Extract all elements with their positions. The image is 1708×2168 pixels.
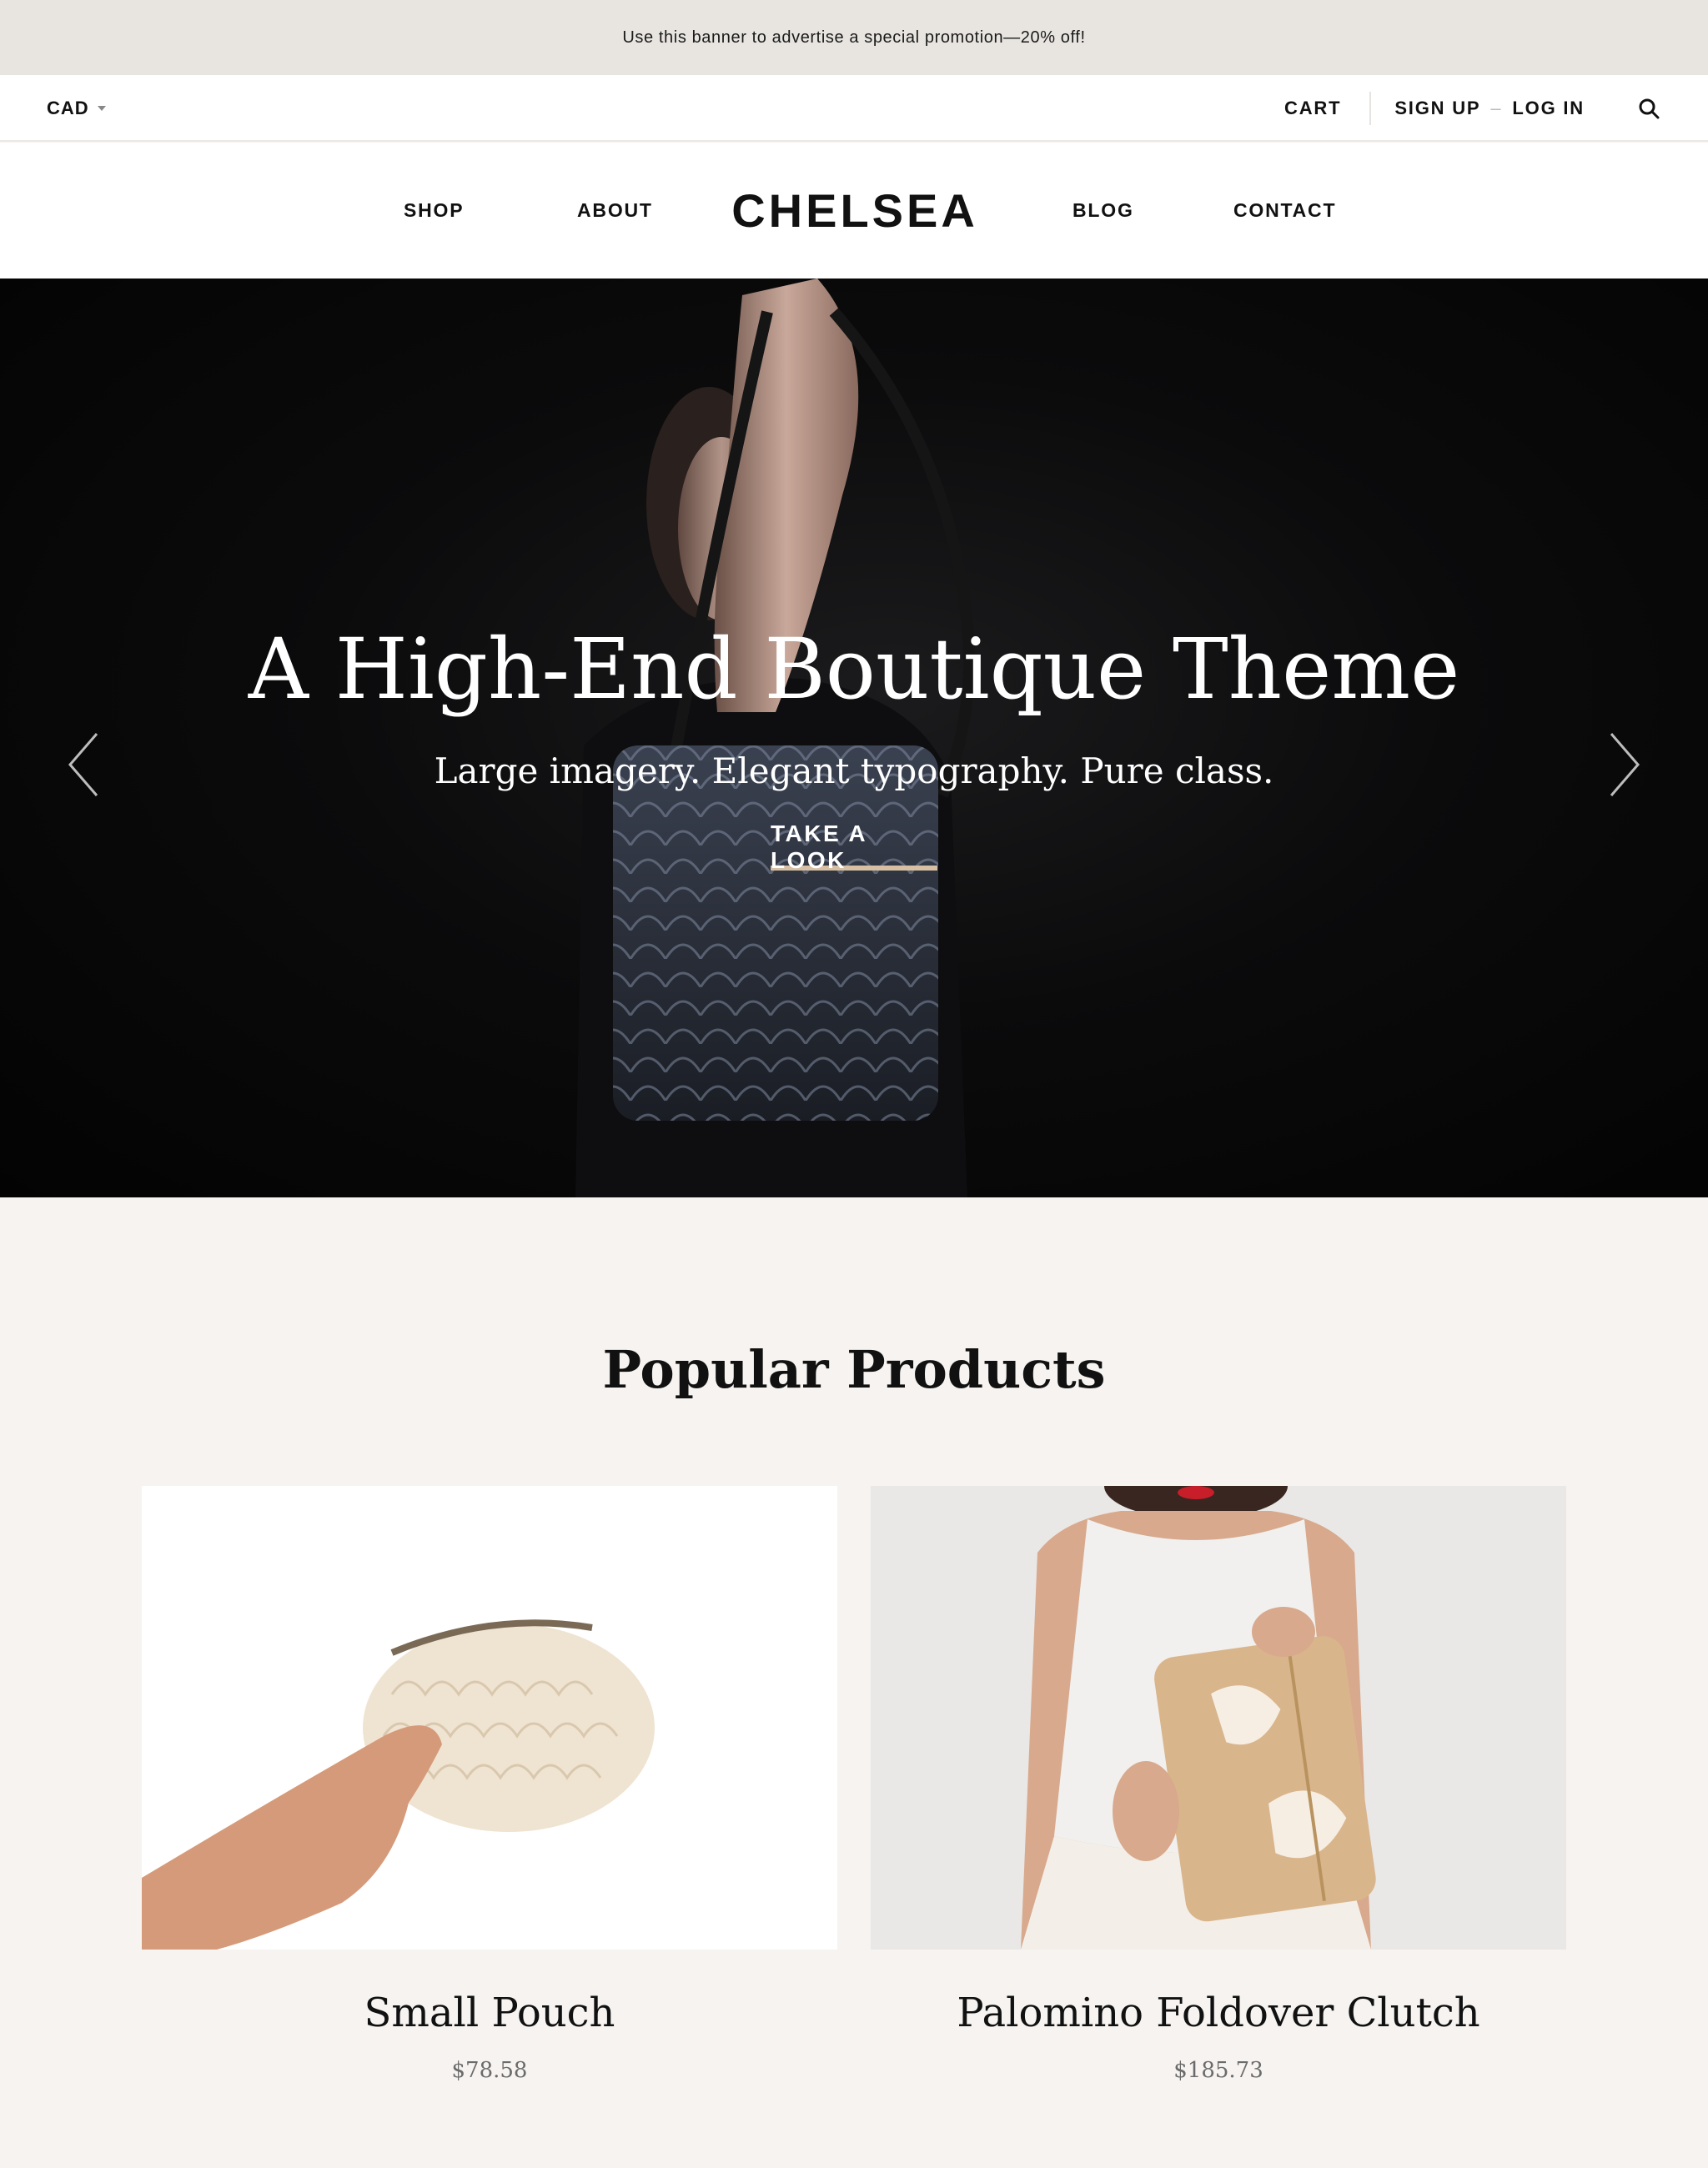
nav-blog[interactable]: BLOG: [1073, 143, 1134, 279]
sign-up-link[interactable]: SIGN UP: [1394, 98, 1480, 119]
promo-text: Use this banner to advertise a special p…: [622, 28, 1086, 47]
promo-banner: Use this banner to advertise a special p…: [0, 0, 1708, 75]
product-image[interactable]: [871, 1486, 1566, 1950]
take-a-look-button[interactable]: TAKE A LOOK: [771, 821, 937, 873]
palomino-clutch-photo: [871, 1486, 1566, 1950]
currency-selector[interactable]: CAD: [47, 75, 106, 142]
log-in-link[interactable]: LOG IN: [1512, 98, 1585, 119]
popular-products-title: Popular Products: [602, 1339, 1106, 1400]
product-card[interactable]: Small Pouch $78.58: [142, 1486, 837, 2083]
hero-image: [575, 279, 975, 1197]
search-button[interactable]: [1636, 96, 1661, 121]
hero-slideshow: A High-End Boutique Theme Large imagery.…: [0, 279, 1708, 1197]
hero-title: A High-End Boutique Theme: [248, 620, 1460, 718]
nav-contact[interactable]: CONTACT: [1233, 143, 1336, 279]
search-icon: [1639, 98, 1660, 119]
chevron-left-icon[interactable]: [58, 727, 108, 802]
site-logo[interactable]: CHELSEA: [731, 143, 976, 279]
nav-shop[interactable]: SHOP: [404, 143, 464, 279]
small-pouch-photo: [142, 1486, 837, 1950]
product-name[interactable]: Palomino Foldover Clutch: [871, 1990, 1566, 2036]
link-separator: –: [1490, 98, 1503, 118]
account-links: CART SIGN UP – LOG IN: [1284, 75, 1661, 142]
product-price: $185.73: [1173, 2058, 1263, 2083]
currency-label: CAD: [47, 98, 89, 118]
product-card[interactable]: Palomino Foldover Clutch $185.73: [871, 1486, 1566, 2083]
caret-down-icon: [97, 106, 106, 111]
cart-link[interactable]: CART: [1284, 92, 1372, 125]
hero-subtitle: Large imagery. Elegant typography. Pure …: [434, 750, 1274, 791]
product-name[interactable]: Small Pouch: [142, 1990, 837, 2036]
product-image[interactable]: [142, 1486, 837, 1950]
utility-bar: CAD CART SIGN UP – LOG IN: [0, 75, 1708, 142]
product-price: $78.58: [451, 2058, 528, 2083]
chevron-right-icon[interactable]: [1600, 727, 1650, 802]
main-navigation: SHOP ABOUT CHELSEA BLOG CONTACT: [0, 143, 1708, 279]
nav-about[interactable]: ABOUT: [577, 143, 653, 279]
